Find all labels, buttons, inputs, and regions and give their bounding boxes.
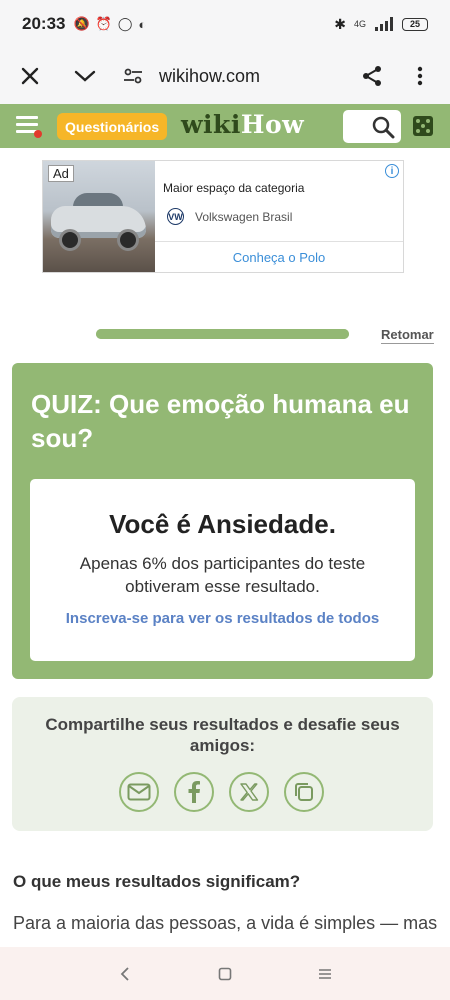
see-all-results-link[interactable]: Inscreva-se para ver os resultados de to… — [30, 610, 415, 627]
resume-link[interactable]: Retomar — [381, 327, 434, 344]
recents-menu-icon — [319, 968, 331, 979]
share-copy-button[interactable] — [284, 772, 324, 812]
quiz-progress-bar — [96, 329, 349, 339]
x-icon — [240, 783, 259, 801]
share-title: Compartilhe seus resultados e desafie se… — [45, 715, 400, 755]
copy-icon — [295, 783, 313, 801]
close-icon — [21, 67, 39, 85]
ad-car-image[interactable]: Ad — [43, 161, 155, 272]
site-header: Questionários wikiHow — [0, 104, 450, 148]
result-description: Apenas 6% dos participantes do teste obt… — [79, 554, 366, 596]
bluetooth-icon: ✱ — [334, 15, 346, 32]
ad-headline: Maior espaço da categoria — [163, 181, 305, 195]
chevron-down-icon — [74, 70, 96, 82]
home-square-icon — [218, 967, 232, 980]
browser-toolbar: wikihow.com — [0, 48, 450, 104]
ad-cta-link[interactable]: Conheça o Polo — [155, 241, 403, 272]
minimize-button[interactable] — [71, 62, 99, 90]
more-vertical-icon — [417, 66, 423, 86]
whatsapp-icon: ◯ — [117, 16, 133, 31]
advertisement[interactable]: Ad i Maior espaço da categoria VW Volksw… — [42, 160, 404, 273]
ad-brand: Volkswagen Brasil — [195, 210, 293, 224]
random-article-icon[interactable] — [413, 116, 433, 136]
menu-button[interactable] — [16, 116, 42, 138]
share-icon — [363, 66, 381, 86]
ad-info-icon[interactable]: i — [385, 164, 399, 178]
back-chevron-icon — [120, 966, 129, 981]
close-tab-button[interactable] — [16, 62, 44, 90]
quiz-card: QUIZ: Que emoção humana eu sou? Você é A… — [12, 363, 433, 679]
status-time: 20:33 — [22, 14, 66, 33]
system-nav-bar — [0, 947, 450, 1000]
facebook-icon — [188, 781, 200, 803]
progress-fill — [96, 329, 349, 339]
search-icon — [372, 116, 395, 138]
result-title: Você é Ansiedade. — [109, 509, 336, 539]
quiz-title: QUIZ: Que emoção humana eu sou? — [31, 389, 410, 453]
share-page-button[interactable] — [358, 62, 386, 90]
notification-dot — [34, 130, 42, 138]
network-type: 4G — [353, 19, 366, 29]
tune-icon — [124, 68, 142, 84]
ad-label: Ad — [48, 165, 74, 182]
search-button[interactable] — [343, 110, 401, 143]
share-email-button[interactable] — [119, 772, 159, 812]
logo-how: How — [240, 110, 305, 139]
more-options-button[interactable] — [406, 62, 434, 90]
share-box: Compartilhe seus resultados e desafie se… — [12, 697, 433, 831]
logo-wiki: wiki — [181, 110, 241, 139]
status-bar: 20:33 🔕 ⏰ ◯ ◐ ✱ 4G 25 — [0, 0, 450, 48]
result-box: Você é Ansiedade. Apenas 6% dos particip… — [30, 479, 415, 661]
recents-button[interactable] — [315, 964, 335, 984]
muted-bell-icon: 🔕 — [73, 16, 90, 31]
article-heading: O que meus resultados significam? — [13, 872, 301, 891]
article-text: Para a maioria das pessoas, a vida é sim… — [13, 913, 438, 933]
quizzes-button[interactable]: Questionários — [57, 113, 168, 140]
app-notification-icon: ◐ — [138, 16, 147, 32]
site-logo[interactable]: wikiHow — [181, 110, 304, 139]
alarm-icon: ⏰ — [95, 16, 112, 31]
site-settings-button[interactable] — [119, 62, 147, 90]
battery-icon: 25 — [402, 17, 428, 31]
url-text[interactable]: wikihow.com — [159, 66, 260, 87]
signal-icon — [375, 17, 393, 31]
volkswagen-logo-icon: VW — [167, 208, 184, 225]
email-icon — [127, 783, 151, 801]
share-facebook-button[interactable] — [174, 772, 214, 812]
back-button[interactable] — [115, 964, 135, 984]
home-button[interactable] — [215, 964, 235, 984]
share-x-button[interactable] — [229, 772, 269, 812]
